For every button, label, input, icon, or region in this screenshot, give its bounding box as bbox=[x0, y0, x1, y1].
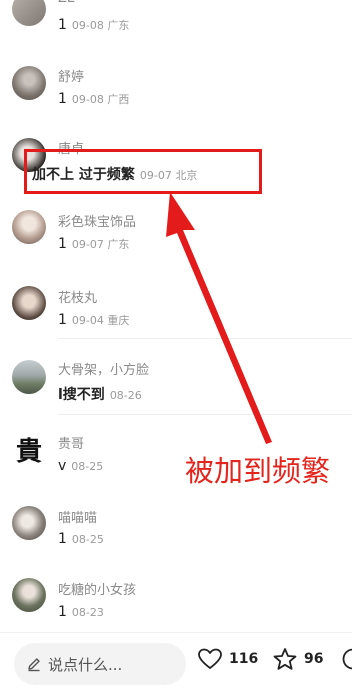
comment-meta: 08-25 bbox=[72, 533, 104, 546]
avatar[interactable] bbox=[12, 506, 46, 540]
comment-text: 1 bbox=[58, 236, 67, 252]
star-count: 96 bbox=[304, 651, 323, 667]
comment-meta: 09-07 广东 bbox=[72, 236, 129, 252]
comment-text: 1 bbox=[58, 531, 67, 547]
like-count: 116 bbox=[229, 651, 258, 667]
comment-username[interactable]: 大骨架，小方脸 bbox=[58, 359, 149, 378]
avatar[interactable] bbox=[12, 578, 46, 612]
comment-username[interactable]: 贵哥 bbox=[58, 433, 84, 452]
star-button[interactable]: 96 bbox=[272, 647, 323, 671]
comment-input[interactable]: 说点什么... bbox=[14, 643, 186, 685]
comment-text: v bbox=[58, 458, 66, 474]
comment-username[interactable]: 吃糖的小女孩 bbox=[58, 579, 136, 598]
comment-text: 1 bbox=[58, 312, 67, 328]
comment-list: ZE 1 09-08 广东 舒婷 1 09-08 广西 唐卓 加不上 过于频繁 … bbox=[0, 0, 352, 632]
avatar[interactable] bbox=[12, 66, 46, 100]
highlight-box bbox=[24, 149, 262, 194]
divider bbox=[58, 338, 352, 339]
comment-username[interactable]: 花枝丸 bbox=[58, 287, 97, 306]
avatar[interactable] bbox=[12, 286, 46, 320]
avatar[interactable] bbox=[12, 210, 46, 244]
comment-username[interactable]: 彩色珠宝饰品 bbox=[58, 211, 136, 230]
comment-meta: 08-26 bbox=[110, 389, 142, 402]
avatar[interactable]: 貴 bbox=[12, 432, 46, 466]
star-icon bbox=[272, 647, 298, 671]
avatar[interactable] bbox=[12, 360, 46, 394]
comment-text: 1 bbox=[58, 91, 67, 107]
divider bbox=[58, 414, 352, 415]
comment-username[interactable]: ZE bbox=[58, 0, 75, 6]
comment-meta: 09-08 广东 bbox=[72, 17, 129, 33]
pencil-icon bbox=[26, 656, 42, 672]
comment-username[interactable]: 喵喵喵 bbox=[58, 507, 97, 526]
comment-meta: 08-25 bbox=[71, 460, 103, 473]
comment-meta: 09-08 广西 bbox=[72, 91, 129, 107]
bottom-bar: 说点什么... 116 96 bbox=[0, 632, 352, 694]
comment-username[interactable]: 舒婷 bbox=[58, 66, 84, 85]
heart-icon bbox=[197, 647, 223, 671]
annotation-label: 被加到频繁 bbox=[185, 448, 330, 490]
comment-text: 1 bbox=[58, 604, 67, 620]
comment-meta: 09-04 重庆 bbox=[72, 312, 129, 328]
comment-input-placeholder: 说点什么... bbox=[48, 654, 122, 675]
avatar[interactable] bbox=[12, 0, 46, 26]
chat-bubble-icon bbox=[341, 647, 352, 671]
comment-text: 1 bbox=[58, 17, 67, 33]
comment-button[interactable] bbox=[341, 647, 352, 671]
comment-text: l搜不到 bbox=[58, 384, 105, 404]
comment-meta: 08-23 bbox=[72, 606, 104, 619]
like-button[interactable]: 116 bbox=[197, 647, 258, 671]
